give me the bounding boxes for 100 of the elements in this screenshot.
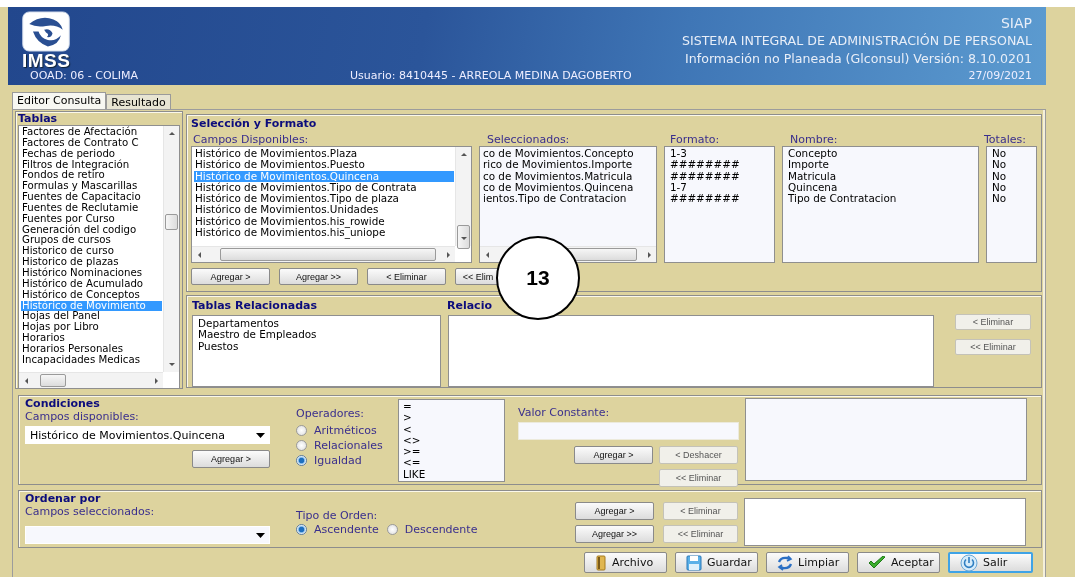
list-item[interactable]: ######## (669, 170, 773, 182)
list-item[interactable]: Histórico de Conceptos (21, 289, 162, 301)
add-button[interactable]: Agregar > (191, 268, 270, 285)
list-box[interactable] (191, 146, 472, 263)
list-item[interactable]: Hojas del Panel (21, 311, 162, 323)
accept-button[interactable]: Aceptar (857, 552, 940, 573)
list-item[interactable]: Histórico de Movimientos.Puesto (194, 159, 454, 171)
file-button[interactable]: Archivo (584, 552, 667, 573)
list-item[interactable]: >= (402, 446, 503, 458)
scrollbar[interactable] (455, 147, 471, 246)
list-item[interactable]: LIKE (402, 468, 503, 481)
list-item[interactable]: Histórico de Movimientos.his_uniope (194, 227, 454, 239)
list-item[interactable]: Concepto (787, 148, 977, 160)
list-item[interactable]: Matricula (787, 170, 977, 182)
list-item[interactable]: Histórico de Movimientos.Plaza (194, 148, 454, 160)
list-item[interactable]: Histórico Nominaciones (21, 267, 162, 279)
list-item[interactable]: Horarios Personales (21, 343, 162, 355)
list-item[interactable]: Grupos de cursos (21, 235, 162, 247)
list-item[interactable]: Incapacidades Medicas (21, 354, 162, 366)
list-item[interactable]: Factores de Afectación (21, 127, 162, 138)
scrollbar[interactable] (19, 372, 163, 388)
radio-button[interactable] (296, 425, 307, 436)
list-item[interactable]: Generación del codigo (21, 224, 162, 236)
list-item[interactable]: Historico de plazas (21, 257, 162, 268)
list-item[interactable]: ######## (669, 159, 773, 171)
scrollbar[interactable] (163, 126, 179, 372)
conditions-box[interactable] (745, 398, 1027, 481)
scrollbar[interactable] (192, 246, 455, 262)
list-item[interactable]: Tipo de Contratacion (787, 193, 977, 205)
list-item[interactable]: Quincena (787, 181, 977, 194)
list-item[interactable]: Fechas de periodo (21, 148, 162, 160)
list-item[interactable]: Histórico de Movimientos.Tipo de Contrata (194, 181, 454, 194)
add-all-button[interactable]: Agregar >> (279, 268, 358, 285)
remove-button[interactable]: < Eliminar (367, 268, 446, 285)
list-item[interactable]: <= (402, 457, 503, 469)
clear-button[interactable]: Limpiar (766, 552, 849, 573)
list-item[interactable]: No (991, 148, 1035, 160)
input-field[interactable] (518, 422, 739, 440)
list-item[interactable]: Importe (787, 159, 977, 171)
list-item[interactable]: Histórico de Movimientos.Unidades (194, 204, 454, 216)
list-item[interactable]: Fuentes de Capacitacio (21, 192, 162, 203)
list-item[interactable]: ientos.Tipo de Contratacion (482, 193, 655, 205)
list-item[interactable]: No (991, 170, 1035, 182)
list-item[interactable]: < (402, 423, 503, 435)
radio-button[interactable] (386, 524, 398, 535)
add-button[interactable]: Agregar > (575, 502, 654, 520)
list-item[interactable]: Formulas y Mascarillas (21, 181, 162, 193)
radio-label[interactable]: Descendente (404, 523, 478, 536)
list-item[interactable]: Fondos de retiro (21, 170, 162, 182)
radio-label[interactable]: Ascendente (314, 523, 379, 536)
tab[interactable]: Resultado (106, 94, 171, 109)
radio-button[interactable] (296, 440, 307, 451)
add-all-button[interactable]: Agregar >> (575, 525, 654, 543)
list-item[interactable]: Histórico de Movimientos.Tipo de plaza (194, 193, 454, 205)
list-item[interactable]: No (991, 181, 1035, 194)
exit-button[interactable]: Salir (948, 552, 1033, 573)
list-item[interactable]: co de Movimientos.Concepto (482, 148, 655, 160)
radio-label[interactable]: Aritméticos (314, 424, 377, 437)
radio-button[interactable] (296, 455, 307, 466)
sort-box[interactable] (744, 498, 1026, 546)
radio-button[interactable] (296, 524, 307, 535)
radio-label[interactable]: Relacionales (314, 439, 383, 452)
list-item[interactable]: = (402, 401, 503, 413)
save-button[interactable]: Guardar (675, 552, 758, 573)
caret-icon[interactable] (256, 532, 265, 538)
list-item[interactable]: Factores de Contrato C (21, 137, 162, 149)
list-item[interactable]: co de Movimientos.Matricula (482, 170, 655, 182)
radio-label[interactable]: Igualdad (314, 454, 362, 467)
list-item[interactable]: Fuentes de Reclutamie (21, 202, 162, 214)
list-box[interactable]: No No No No No (986, 146, 1037, 263)
list-item[interactable]: Histórico de Movimientos.his_rowide (194, 215, 454, 228)
list-item[interactable]: > (402, 412, 503, 424)
list-item[interactable]: No (991, 159, 1035, 171)
list-item[interactable]: 1-7 (669, 181, 773, 194)
add-button[interactable]: Agregar > (192, 450, 270, 468)
list-item[interactable]: Filtros de Integración (21, 159, 162, 171)
list-item[interactable]: 1-3 (669, 148, 773, 160)
add-button[interactable]: Agregar > (574, 446, 653, 464)
list-box[interactable]: 1-3 ######## ######## 1-7 ######## (664, 146, 775, 263)
list-item[interactable]: co de Movimientos.Quincena (482, 181, 655, 194)
list-item[interactable]: Hojas por Libro (21, 322, 162, 334)
logo-text: IMSS (22, 52, 71, 69)
list-item[interactable]: Maestro de Empleados (197, 329, 439, 341)
caret-icon[interactable] (256, 432, 265, 438)
relations-box[interactable] (448, 315, 934, 387)
list-box[interactable]: Concepto Importe Matricula Quincena Tipo de Contratacion (782, 146, 979, 263)
list-item[interactable]: No (991, 193, 1035, 205)
list-item[interactable]: <> (402, 434, 503, 447)
list-box[interactable]: = > < <> >= <= LIKE (398, 399, 505, 482)
list-item[interactable]: Historico de curso (21, 246, 162, 258)
list-item[interactable]: Departamentos (197, 318, 439, 330)
list-item[interactable]: Horarios (21, 333, 162, 344)
list-item[interactable]: Fuentes por Curso (21, 213, 162, 225)
dropdown[interactable]: Histórico de Movimientos.Quincena (25, 426, 270, 444)
list-item[interactable]: rico de Movimientos.Importe (482, 159, 655, 171)
list-item[interactable]: Puestos (197, 340, 439, 352)
tab[interactable]: Editor Consulta (12, 92, 107, 109)
list-box[interactable]: Departamentos Maestro de Empleados Puestos (192, 315, 441, 387)
list-item[interactable]: Histórico de Acumulado (21, 278, 162, 290)
list-item[interactable]: ######## (669, 193, 773, 205)
